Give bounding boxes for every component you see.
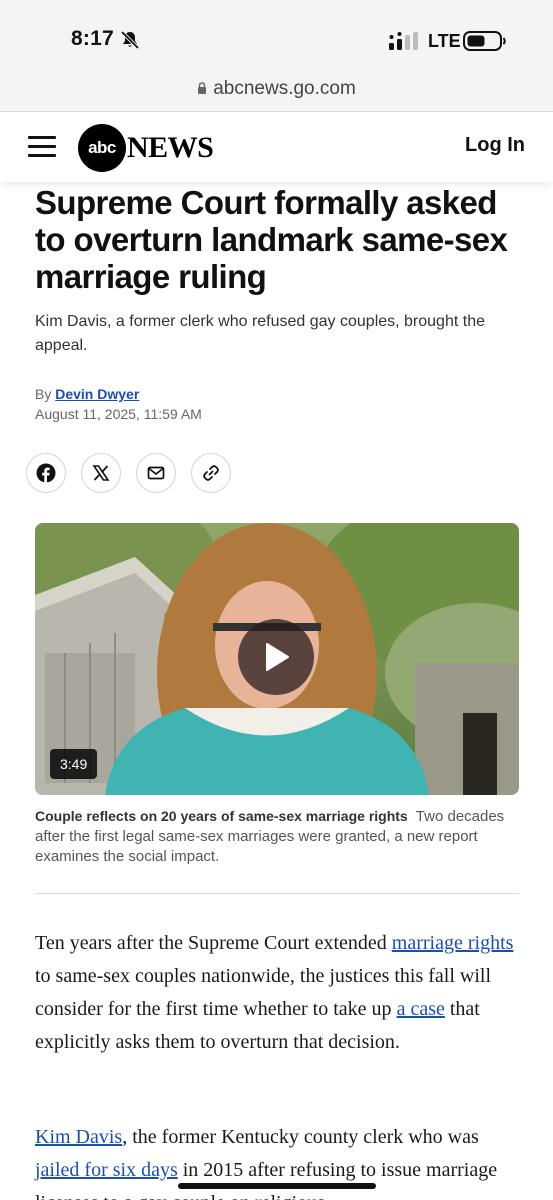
kim-davis-link[interactable]: Kim Davis xyxy=(35,1126,122,1148)
status-bar: 8:17 LTE xyxy=(0,0,553,72)
share-bar xyxy=(26,453,231,493)
status-time: 8:17 xyxy=(71,27,114,50)
home-indicator[interactable] xyxy=(178,1183,376,1189)
hamburger-menu-icon[interactable] xyxy=(28,136,56,158)
lock-icon xyxy=(198,82,207,94)
paragraph-text: Ten years after the Supreme Court extend… xyxy=(35,932,392,954)
jailed-link[interactable]: jailed for six days xyxy=(35,1159,178,1181)
publish-date: August 11, 2025, 11:59 AM xyxy=(35,406,202,422)
signal-icon xyxy=(389,32,418,50)
copy-link-button[interactable] xyxy=(191,453,231,493)
article-paragraph: Ten years after the Supreme Court extend… xyxy=(35,927,525,1059)
facebook-icon xyxy=(36,463,56,483)
video-caption-title: Couple reflects on 20 years of same-sex … xyxy=(35,808,408,824)
login-button[interactable]: Log In xyxy=(465,134,525,157)
url-display[interactable]: abcnews.go.com xyxy=(0,78,553,100)
abc-news-logo[interactable]: abc NEWS xyxy=(78,123,214,173)
logo-abc-mark: abc xyxy=(78,124,126,172)
share-facebook-button[interactable] xyxy=(26,453,66,493)
author-link[interactable]: Devin Dwyer xyxy=(55,386,139,402)
byline-prefix: By xyxy=(35,386,52,402)
article-dek: Kim Davis, a former clerk who refused ga… xyxy=(35,313,485,354)
network-type: LTE xyxy=(428,31,461,51)
bell-slash-icon xyxy=(120,30,140,50)
share-x-button[interactable] xyxy=(81,453,121,493)
video-caption: Couple reflects on 20 years of same-sex … xyxy=(35,806,525,867)
divider xyxy=(35,893,519,894)
link-icon xyxy=(203,465,219,481)
marriage-rights-link[interactable]: marriage rights xyxy=(392,932,514,954)
site-header: abc NEWS Log In xyxy=(0,112,553,182)
logo-news-wordmark: NEWS xyxy=(127,131,214,164)
article-headline: Supreme Court formally asked to overturn… xyxy=(35,184,508,295)
play-icon xyxy=(266,643,289,671)
address-bar[interactable]: abcnews.go.com xyxy=(0,72,553,112)
url-text: abcnews.go.com xyxy=(213,78,356,99)
x-icon xyxy=(92,465,110,481)
battery-icon xyxy=(463,31,506,51)
email-icon xyxy=(147,466,165,480)
byline: By Devin Dwyer xyxy=(35,386,139,402)
share-email-button[interactable] xyxy=(136,453,176,493)
video-player[interactable]: 3:49 xyxy=(35,523,519,795)
video-duration-badge: 3:49 xyxy=(50,749,98,779)
a-case-link[interactable]: a case xyxy=(397,998,445,1020)
play-button[interactable] xyxy=(238,619,314,695)
paragraph-text: , the former Kentucky county clerk who w… xyxy=(122,1126,479,1148)
